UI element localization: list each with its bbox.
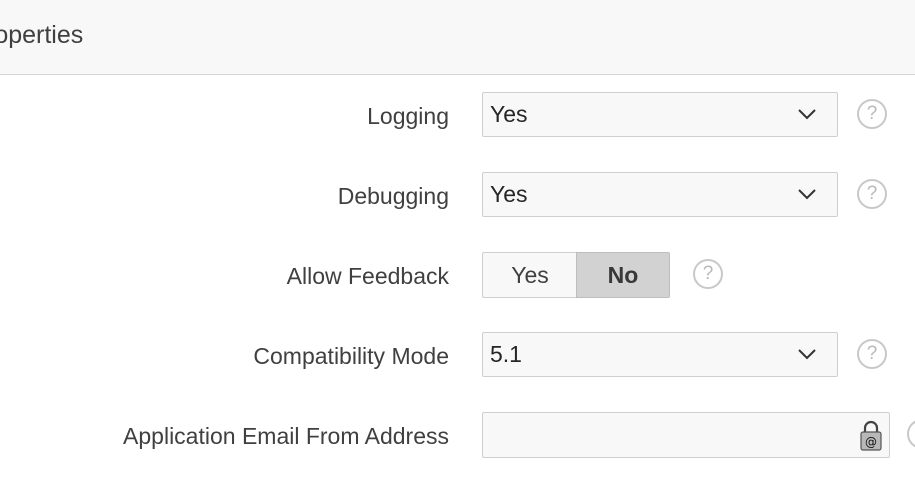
help-icon[interactable]: ? [857, 339, 887, 369]
logging-select[interactable]: Yes [482, 92, 838, 137]
allow-feedback-label: Allow Feedback [286, 263, 449, 289]
compatibility-mode-select-value: 5.1 [490, 341, 522, 367]
logging-select-value: Yes [490, 101, 528, 127]
form-row-allow-feedback: Allow Feedback Yes No ? [0, 252, 915, 300]
chevron-down-icon [798, 189, 816, 200]
application-email-label: Application Email From Address [123, 423, 449, 449]
compatibility-mode-select[interactable]: 5.1 [482, 332, 838, 377]
help-icon[interactable]: ? [857, 99, 887, 129]
debugging-label: Debugging [337, 183, 449, 209]
allow-feedback-toggle: Yes No [482, 252, 670, 298]
svg-text:@: @ [865, 435, 877, 449]
chevron-down-icon [798, 349, 816, 360]
help-icon[interactable]: ? [693, 259, 723, 289]
application-email-input[interactable]: @ [482, 412, 890, 458]
form-row-logging: Logging Yes ? [0, 92, 915, 140]
region-header: roperties [0, 0, 915, 75]
allow-feedback-yes-button[interactable]: Yes [482, 252, 577, 298]
form-row-application-email: Application Email From Address @ ? [0, 412, 915, 460]
help-icon[interactable]: ? [907, 419, 915, 449]
allow-feedback-no-button[interactable]: No [576, 252, 670, 298]
logging-label: Logging [367, 103, 449, 129]
region-title: roperties [0, 21, 84, 49]
help-icon[interactable]: ? [857, 179, 887, 209]
chevron-down-icon [798, 109, 816, 120]
form-row-debugging: Debugging Yes ? [0, 172, 915, 220]
debugging-select-value: Yes [490, 181, 528, 207]
compatibility-mode-label: Compatibility Mode [253, 343, 449, 369]
lock-icon: @ [860, 420, 882, 451]
debugging-select[interactable]: Yes [482, 172, 838, 217]
form-row-compatibility-mode: Compatibility Mode 5.1 ? [0, 332, 915, 380]
